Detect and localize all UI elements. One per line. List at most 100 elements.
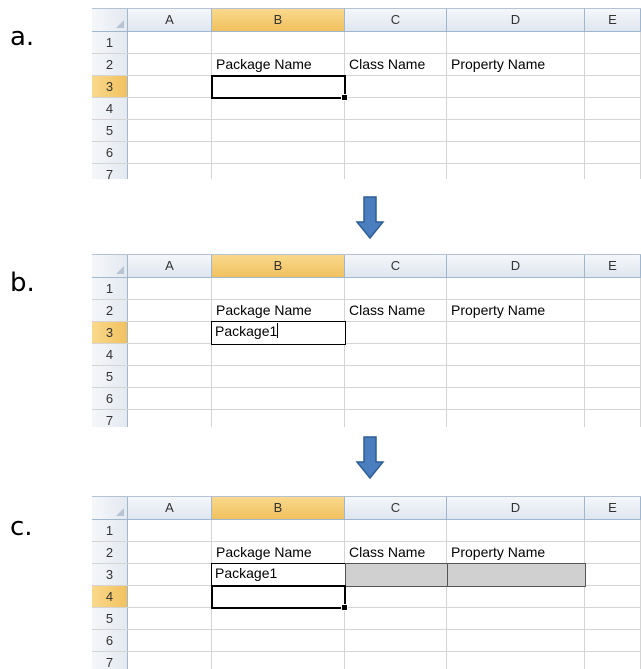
cell-d1[interactable] <box>447 520 585 541</box>
shaded-cell-d3[interactable] <box>447 563 586 587</box>
shaded-cell-c3[interactable] <box>345 563 448 587</box>
column-header-e[interactable]: E <box>585 9 641 31</box>
cell-c4[interactable] <box>345 344 447 365</box>
cell-d2-property-name[interactable]: Property Name <box>447 542 585 563</box>
cell-d7[interactable] <box>447 164 585 179</box>
column-header-d[interactable]: D <box>447 497 585 519</box>
cell-d7[interactable] <box>447 410 585 427</box>
cell-b2-package-name[interactable]: Package Name <box>212 300 345 321</box>
select-all-corner-icon[interactable] <box>92 255 128 277</box>
cell-d7[interactable] <box>447 652 585 669</box>
column-header-b[interactable]: B <box>212 255 345 277</box>
cell-b1[interactable] <box>212 278 345 299</box>
cell-e3[interactable] <box>585 76 641 97</box>
editing-cell-b3[interactable]: Package1 <box>211 321 346 345</box>
column-header-e[interactable]: E <box>585 497 641 519</box>
cell-b1[interactable] <box>212 32 345 53</box>
cell-b5[interactable] <box>212 608 345 629</box>
cell-e1[interactable] <box>585 32 641 53</box>
cell-e4[interactable] <box>585 586 641 607</box>
cell-a2[interactable] <box>128 542 212 563</box>
cell-b4[interactable] <box>212 344 345 365</box>
row-header-1[interactable]: 1 <box>92 32 128 53</box>
cell-c4[interactable] <box>345 98 447 119</box>
cell-c1[interactable] <box>345 278 447 299</box>
cell-e5[interactable] <box>585 120 641 141</box>
cell-e4[interactable] <box>585 98 641 119</box>
column-header-b[interactable]: B <box>212 9 345 31</box>
cell-c6[interactable] <box>345 630 447 651</box>
row-header-4[interactable]: 4 <box>92 98 128 119</box>
cell-b5[interactable] <box>212 366 345 387</box>
cell-d3[interactable] <box>447 322 585 343</box>
column-header-e[interactable]: E <box>585 255 641 277</box>
cell-e4[interactable] <box>585 344 641 365</box>
cell-b5[interactable] <box>212 120 345 141</box>
cell-d3[interactable] <box>447 76 585 97</box>
cell-d1[interactable] <box>447 32 585 53</box>
cell-a5[interactable] <box>128 608 212 629</box>
row-header-6[interactable]: 6 <box>92 142 128 163</box>
cell-e5[interactable] <box>585 608 641 629</box>
column-header-c[interactable]: C <box>345 497 447 519</box>
column-header-a[interactable]: A <box>128 9 212 31</box>
cell-e6[interactable] <box>585 142 641 163</box>
row-header-7[interactable]: 7 <box>92 164 128 179</box>
cell-e1[interactable] <box>585 278 641 299</box>
cell-a7[interactable] <box>128 164 212 179</box>
cell-d4[interactable] <box>447 586 585 607</box>
row-header-3[interactable]: 3 <box>92 322 128 343</box>
cell-a5[interactable] <box>128 366 212 387</box>
cell-c5[interactable] <box>345 608 447 629</box>
cell-d2-property-name[interactable]: Property Name <box>447 54 585 75</box>
cell-b2-package-name[interactable]: Package Name <box>212 54 345 75</box>
column-header-d[interactable]: D <box>447 9 585 31</box>
cell-a2[interactable] <box>128 54 212 75</box>
row-header-5[interactable]: 5 <box>92 120 128 141</box>
cell-a6[interactable] <box>128 630 212 651</box>
cell-c1[interactable] <box>345 32 447 53</box>
cell-b4[interactable] <box>212 98 345 119</box>
cell-c7[interactable] <box>345 410 447 427</box>
cell-d4[interactable] <box>447 344 585 365</box>
row-header-4[interactable]: 4 <box>92 344 128 365</box>
row-header-5[interactable]: 5 <box>92 608 128 629</box>
cell-e6[interactable] <box>585 388 641 409</box>
cell-b7[interactable] <box>212 410 345 427</box>
row-header-1[interactable]: 1 <box>92 520 128 541</box>
cell-a7[interactable] <box>128 410 212 427</box>
cell-a3[interactable] <box>128 76 212 97</box>
cell-c3[interactable] <box>345 76 447 97</box>
cell-a6[interactable] <box>128 142 212 163</box>
cell-c6[interactable] <box>345 142 447 163</box>
cell-d5[interactable] <box>447 608 585 629</box>
cell-c7[interactable] <box>345 652 447 669</box>
cell-d6[interactable] <box>447 142 585 163</box>
cell-a3[interactable] <box>128 322 212 343</box>
row-header-3[interactable]: 3 <box>92 76 128 97</box>
cell-a1[interactable] <box>128 520 212 541</box>
column-header-c[interactable]: C <box>345 9 447 31</box>
active-cell-b4[interactable] <box>211 585 348 611</box>
cell-e2[interactable] <box>585 54 641 75</box>
cell-e1[interactable] <box>585 520 641 541</box>
cell-a1[interactable] <box>128 32 212 53</box>
cell-a2[interactable] <box>128 300 212 321</box>
cell-e7[interactable] <box>585 410 641 427</box>
cell-c2-class-name[interactable]: Class Name <box>345 300 447 321</box>
cell-b1[interactable] <box>212 520 345 541</box>
cell-c5[interactable] <box>345 366 447 387</box>
row-header-3[interactable]: 3 <box>92 564 128 585</box>
cell-b6[interactable] <box>212 388 345 409</box>
cell-a3[interactable] <box>128 564 212 585</box>
row-header-6[interactable]: 6 <box>92 388 128 409</box>
row-header-6[interactable]: 6 <box>92 630 128 651</box>
row-header-5[interactable]: 5 <box>92 366 128 387</box>
cell-c5[interactable] <box>345 120 447 141</box>
cell-b3-package1[interactable]: Package1 <box>211 563 346 587</box>
row-header-4[interactable]: 4 <box>92 586 128 607</box>
cell-c3[interactable] <box>345 322 447 343</box>
cell-d2-property-name[interactable]: Property Name <box>447 300 585 321</box>
active-cell-b3[interactable] <box>211 75 348 101</box>
row-header-1[interactable]: 1 <box>92 278 128 299</box>
